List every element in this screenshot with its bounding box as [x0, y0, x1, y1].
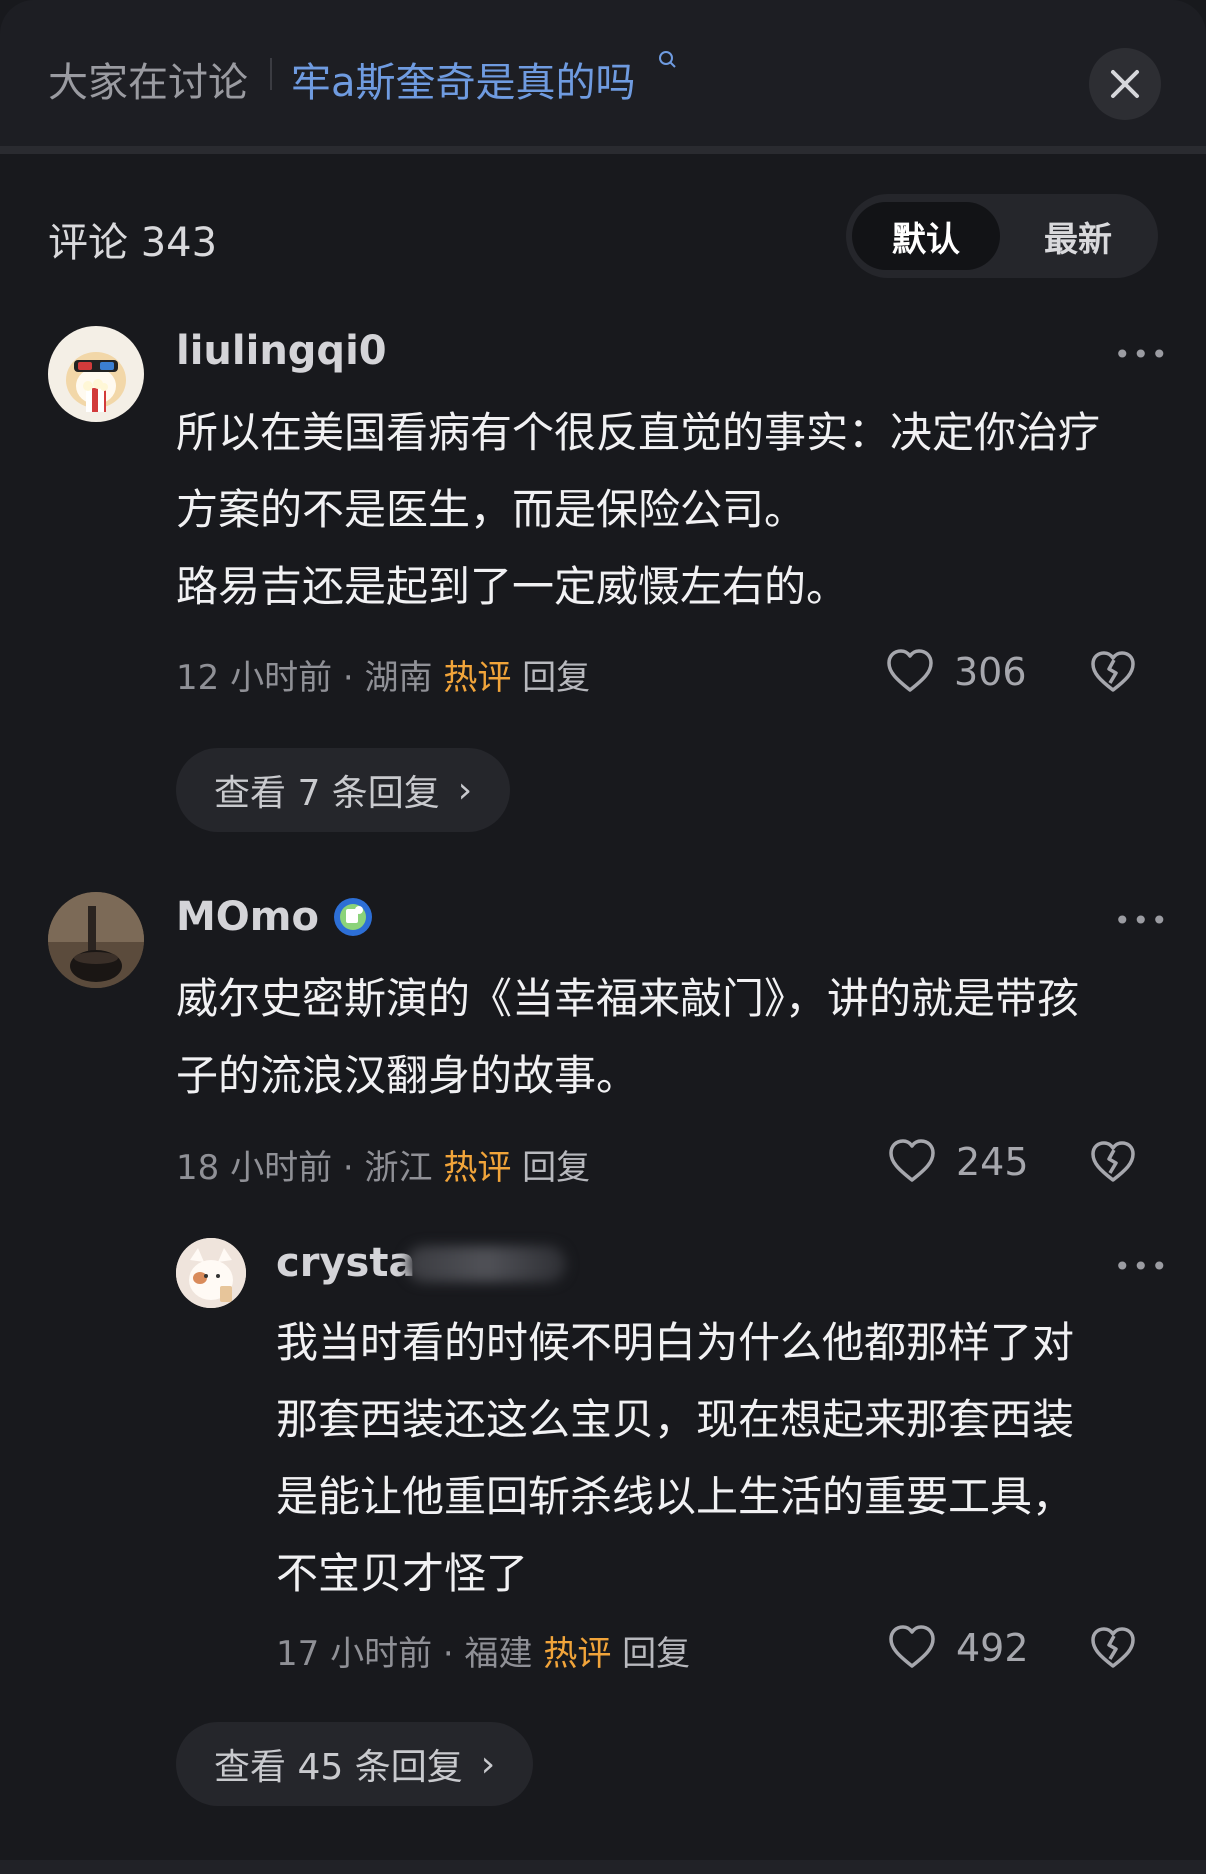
blurred-username-suffix: [406, 1246, 566, 1282]
location: 浙江: [364, 1148, 433, 1188]
sort-toggle: 默认 最新: [846, 194, 1158, 278]
heart-icon[interactable]: [888, 1624, 936, 1674]
broken-heart-icon[interactable]: [1090, 650, 1136, 698]
reply-line: 我当时看的时候不明白为什么他都那样了对: [276, 1318, 1075, 1367]
chevron-right-icon: ›: [457, 769, 473, 811]
comment-count: 评论 343: [48, 220, 218, 266]
reply-text: 我当时看的时候不明白为什么他都那样了对 那套西装还这么宝贝，现在想起来那套西装 …: [276, 1304, 1074, 1612]
reply-button[interactable]: 回复: [522, 1148, 590, 1188]
location: 福建: [464, 1634, 533, 1674]
timestamp: 12 小时前: [176, 658, 333, 698]
comment-line: 子的流浪汉翻身的故事。: [176, 1051, 639, 1100]
reply-button[interactable]: 回复: [622, 1634, 690, 1674]
more-options-button[interactable]: •••: [1114, 904, 1170, 937]
comment-text: 所以在美国看病有个很反直觉的事实：决定你治疗 方案的不是医生，而是保险公司。 路…: [176, 394, 1100, 625]
bottom-divider: [0, 1860, 1206, 1874]
timestamp: 18 小时前: [176, 1148, 333, 1188]
like-count: 245: [956, 1140, 1029, 1184]
header-divider: [0, 146, 1206, 154]
username[interactable]: liulingqi0: [176, 328, 387, 374]
hot-comment-badge: 热评: [443, 658, 512, 698]
view-replies-button[interactable]: 查看 45 条回复 ›: [176, 1722, 534, 1806]
broken-heart-icon[interactable]: [1090, 1140, 1136, 1188]
hot-comment-badge: 热评: [443, 1148, 512, 1188]
view-replies-button[interactable]: 查看 7 条回复 ›: [176, 748, 511, 832]
location: 湖南: [364, 658, 433, 698]
more-options-button[interactable]: •••: [1114, 338, 1170, 371]
separator: ·: [342, 658, 354, 698]
discussion-bar: 大家在讨论 牢a斯奎奇是真的吗: [0, 0, 1206, 146]
reply-button[interactable]: 回复: [522, 658, 590, 698]
hot-comment-badge: 热评: [543, 1634, 612, 1674]
reply-line: 那套西装还这么宝贝，现在想起来那套西装: [276, 1395, 1075, 1444]
like-count: 492: [956, 1626, 1029, 1670]
username[interactable]: crysta: [276, 1240, 415, 1286]
timestamp: 17 小时前: [276, 1634, 433, 1674]
comment-meta: 18 小时前 · 浙江 热评 回复: [176, 1140, 590, 1189]
view-replies-label: 查看 7 条回复: [214, 773, 440, 814]
discussion-topic-link[interactable]: 牢a斯奎奇是真的吗: [291, 50, 636, 108]
comment-line: 威尔史密斯演的《当幸福来敲门》，讲的就是带孩: [176, 974, 1080, 1023]
chevron-right-icon: ›: [480, 1743, 496, 1785]
like-count: 306: [954, 650, 1027, 694]
comment-text: 威尔史密斯演的《当幸福来敲门》，讲的就是带孩 子的流浪汉翻身的故事。: [176, 960, 1079, 1114]
heart-icon[interactable]: [888, 1138, 936, 1188]
sort-latest-button[interactable]: 最新: [1004, 202, 1152, 270]
comment-line: 路易吉还是起到了一定威慑左右的。: [176, 562, 849, 611]
reply-meta: 17 小时前 · 福建 热评 回复: [276, 1626, 690, 1675]
reply-line: 不宝贝才怪了: [276, 1549, 529, 1598]
avatar[interactable]: [48, 892, 144, 988]
username[interactable]: MOmo: [176, 894, 319, 940]
view-replies-label: 查看 45 条回复: [214, 1747, 463, 1788]
avatar[interactable]: [176, 1238, 246, 1308]
broken-heart-icon[interactable]: [1090, 1626, 1136, 1674]
separator: ·: [442, 1634, 454, 1674]
level-badge-icon: [332, 896, 374, 942]
discussion-label: 大家在讨论: [48, 60, 248, 106]
heart-icon[interactable]: [886, 648, 934, 698]
search-icon: [658, 50, 678, 74]
comment-line: 方案的不是医生，而是保险公司。: [176, 485, 807, 534]
sort-default-button[interactable]: 默认: [852, 202, 1000, 270]
comment-meta: 12 小时前 · 湖南 热评 回复: [176, 650, 590, 699]
close-icon: [1111, 70, 1139, 98]
separator: ·: [342, 1148, 354, 1188]
close-button[interactable]: [1089, 48, 1161, 120]
avatar[interactable]: [48, 326, 144, 422]
reply-line: 是能让他重回斩杀线以上生活的重要工具，: [276, 1472, 1075, 1521]
divider: [270, 58, 272, 90]
comment-line: 所以在美国看病有个很反直觉的事实：决定你治疗: [176, 408, 1101, 457]
more-options-button[interactable]: •••: [1114, 1250, 1170, 1283]
